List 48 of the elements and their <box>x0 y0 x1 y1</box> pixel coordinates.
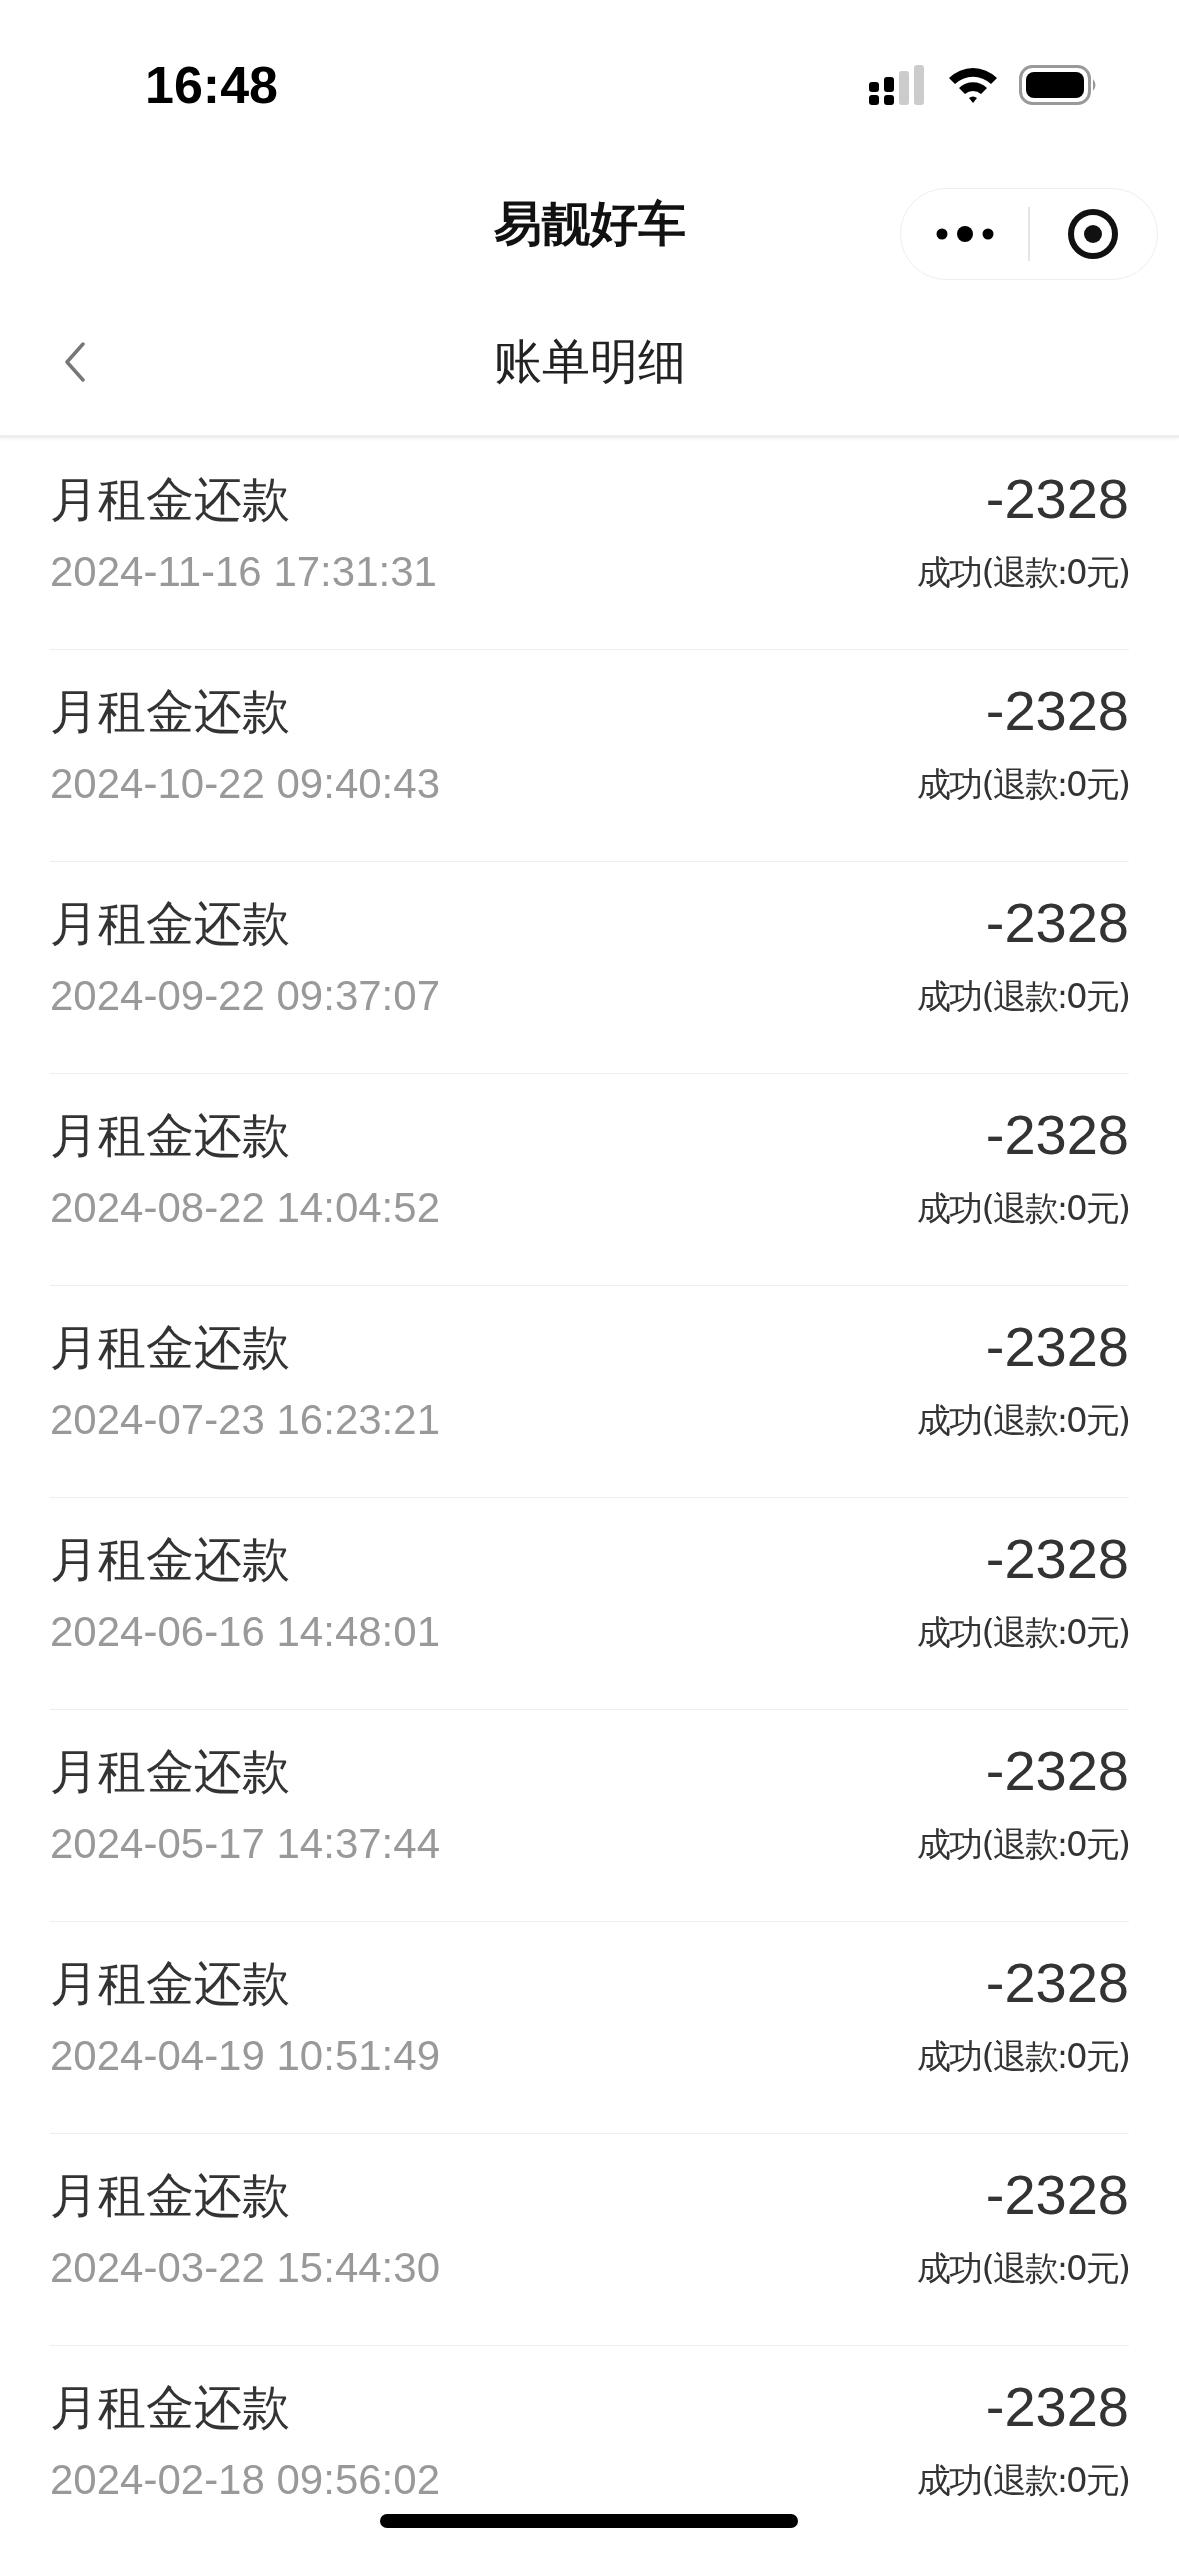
record-time: 2024-06-16 14:48:01 <box>50 1607 440 1657</box>
record-status: 成功(退款:0元) <box>917 2247 1129 2290</box>
record-time: 2024-04-19 10:51:49 <box>50 2031 440 2081</box>
signal-icon <box>869 65 927 105</box>
clock-time: 16:48 <box>145 55 278 115</box>
record-title: 月租金还款 <box>50 894 291 953</box>
record-status: 成功(退款:0元) <box>917 763 1129 806</box>
back-icon[interactable] <box>64 342 86 382</box>
more-icon[interactable] <box>935 226 994 242</box>
record-time: 2024-05-17 14:37:44 <box>50 1819 440 1869</box>
record-amount: -2328 <box>985 1104 1129 1166</box>
record-amount: -2328 <box>985 1316 1129 1378</box>
close-icon[interactable] <box>1067 208 1120 260</box>
record-amount: -2328 <box>985 680 1129 742</box>
record-title: 月租金还款 <box>50 2166 291 2225</box>
record-time: 2024-11-16 17:31:31 <box>50 547 437 597</box>
record-amount: -2328 <box>985 892 1129 954</box>
record-title: 月租金还款 <box>50 1742 291 1801</box>
record-time: 2024-09-22 09:37:07 <box>50 971 440 1021</box>
record-status: 成功(退款:0元) <box>917 2459 1129 2502</box>
record-amount: -2328 <box>985 1528 1129 1590</box>
record-status: 成功(退款:0元) <box>917 1823 1129 1866</box>
record-status: 成功(退款:0元) <box>917 551 1129 594</box>
record-amount: -2328 <box>985 468 1129 530</box>
record-time: 2024-02-18 09:56:02 <box>50 2455 440 2505</box>
record-title: 月租金还款 <box>50 1318 291 1377</box>
record-title: 月租金还款 <box>50 1954 291 2013</box>
record-title: 月租金还款 <box>50 682 291 741</box>
record-amount: -2328 <box>985 2376 1129 2438</box>
record-amount: -2328 <box>985 2164 1129 2226</box>
record-title: 月租金还款 <box>50 470 291 529</box>
record-status: 成功(退款:0元) <box>917 1187 1129 1230</box>
record-time: 2024-08-22 14:04:52 <box>50 1183 440 1233</box>
record-status: 成功(退款:0元) <box>917 2035 1129 2078</box>
page-title: 账单明细 <box>492 332 687 391</box>
record-time: 2024-10-22 09:40:43 <box>50 759 440 809</box>
record-status: 成功(退款:0元) <box>917 975 1129 1018</box>
record-time: 2024-07-23 16:23:21 <box>50 1395 440 1445</box>
record-time: 2024-03-22 15:44:30 <box>50 2243 440 2293</box>
record-title: 月租金还款 <box>50 2378 291 2437</box>
record-status: 成功(退款:0元) <box>917 1399 1129 1442</box>
wifi-icon <box>947 66 999 104</box>
record-amount: -2328 <box>985 1740 1129 1802</box>
record-title: 月租金还款 <box>50 1106 291 1165</box>
record-amount: -2328 <box>985 1952 1129 2014</box>
record-status: 成功(退款:0元) <box>917 1611 1129 1654</box>
app-title: 易靓好车 <box>492 194 687 253</box>
record-title: 月租金还款 <box>50 1530 291 1589</box>
